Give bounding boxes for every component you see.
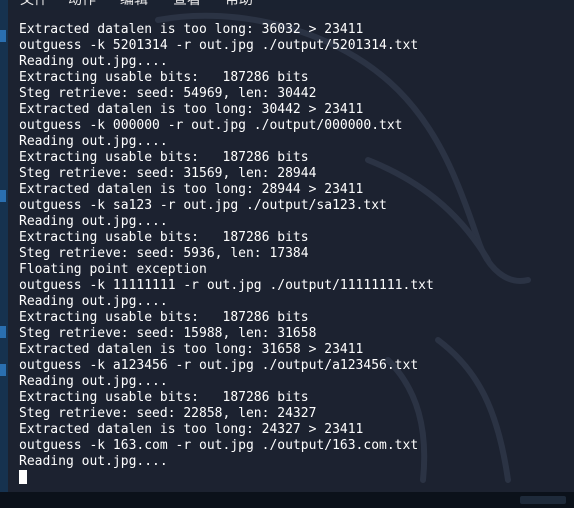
menu-edit[interactable]: 编辑 [120, 0, 148, 9]
desktop: 文件 动作 编辑 查看 帮助 Extracted datalen is too … [0, 0, 574, 508]
terminal-line: Extracted datalen is too long: 28944 > 2… [19, 182, 364, 197]
terminal-line: Reading out.jpg.... [19, 54, 168, 69]
terminal-line: Reading out.jpg.... [19, 214, 168, 229]
terminal-line: outguess -k a123456 -r out.jpg ./output/… [19, 358, 419, 373]
desktop-icon-fragment[interactable] [0, 364, 6, 376]
terminal-line: Floating point exception [19, 262, 207, 277]
panel-widget[interactable] [520, 496, 566, 504]
terminal-prompt-line[interactable] [19, 470, 434, 486]
terminal-line: outguess -k 5201314 -r out.jpg ./output/… [19, 38, 419, 53]
terminal-line: Steg retrieve: seed: 5936, len: 17384 [19, 246, 309, 261]
bottom-panel [0, 492, 574, 508]
menu-help[interactable]: 帮助 [225, 0, 253, 9]
terminal-line: Extracted datalen is too long: 30442 > 2… [19, 102, 364, 117]
terminal-line: outguess -k 11111111 -r out.jpg ./output… [19, 278, 434, 293]
terminal-line: Extracting usable bits: 187286 bits [19, 310, 309, 325]
terminal-line: Extracted datalen is too long: 31658 > 2… [19, 342, 364, 357]
desktop-icon-fragment[interactable] [0, 190, 6, 202]
terminal-line: Steg retrieve: seed: 31569, len: 28944 [19, 166, 317, 181]
terminal-line: Extracting usable bits: 187286 bits [19, 150, 309, 165]
menu-file[interactable]: 文件 [20, 0, 48, 9]
terminal-line: Extracting usable bits: 187286 bits [19, 390, 309, 405]
terminal-line: outguess -k 163.com -r out.jpg ./output/… [19, 438, 419, 453]
terminal-line: Extracting usable bits: 187286 bits [19, 230, 309, 245]
desktop-icon-fragment[interactable] [0, 326, 6, 338]
terminal-line: Steg retrieve: seed: 15988, len: 31658 [19, 326, 317, 341]
terminal-line: Extracted datalen is too long: 36032 > 2… [19, 22, 364, 37]
menu-view[interactable]: 查看 [173, 0, 201, 9]
terminal-line: outguess -k 000000 -r out.jpg ./output/0… [19, 118, 403, 133]
terminal-output: Extracted datalen is too long: 36032 > 2… [19, 22, 434, 486]
terminal-line: Steg retrieve: seed: 22858, len: 24327 [19, 406, 317, 421]
terminal-line: Extracting usable bits: 187286 bits [19, 70, 309, 85]
terminal-menubar: 文件 动作 编辑 查看 帮助 [8, 0, 574, 10]
block-cursor-icon [19, 470, 27, 484]
terminal-line: Reading out.jpg.... [19, 134, 168, 149]
terminal-line: Reading out.jpg.... [19, 294, 168, 309]
desktop-icon-fragment[interactable] [0, 30, 6, 42]
desktop-left-edge [0, 0, 8, 508]
terminal-window[interactable]: Extracted datalen is too long: 36032 > 2… [8, 10, 574, 492]
terminal-line: Reading out.jpg.... [19, 374, 168, 389]
terminal-line: Reading out.jpg.... [19, 454, 168, 469]
terminal-line: Extracted datalen is too long: 24327 > 2… [19, 422, 364, 437]
terminal-line: Steg retrieve: seed: 54969, len: 30442 [19, 86, 317, 101]
terminal-line: outguess -k sa123 -r out.jpg ./output/sa… [19, 198, 387, 213]
menu-actions[interactable]: 动作 [68, 0, 96, 9]
